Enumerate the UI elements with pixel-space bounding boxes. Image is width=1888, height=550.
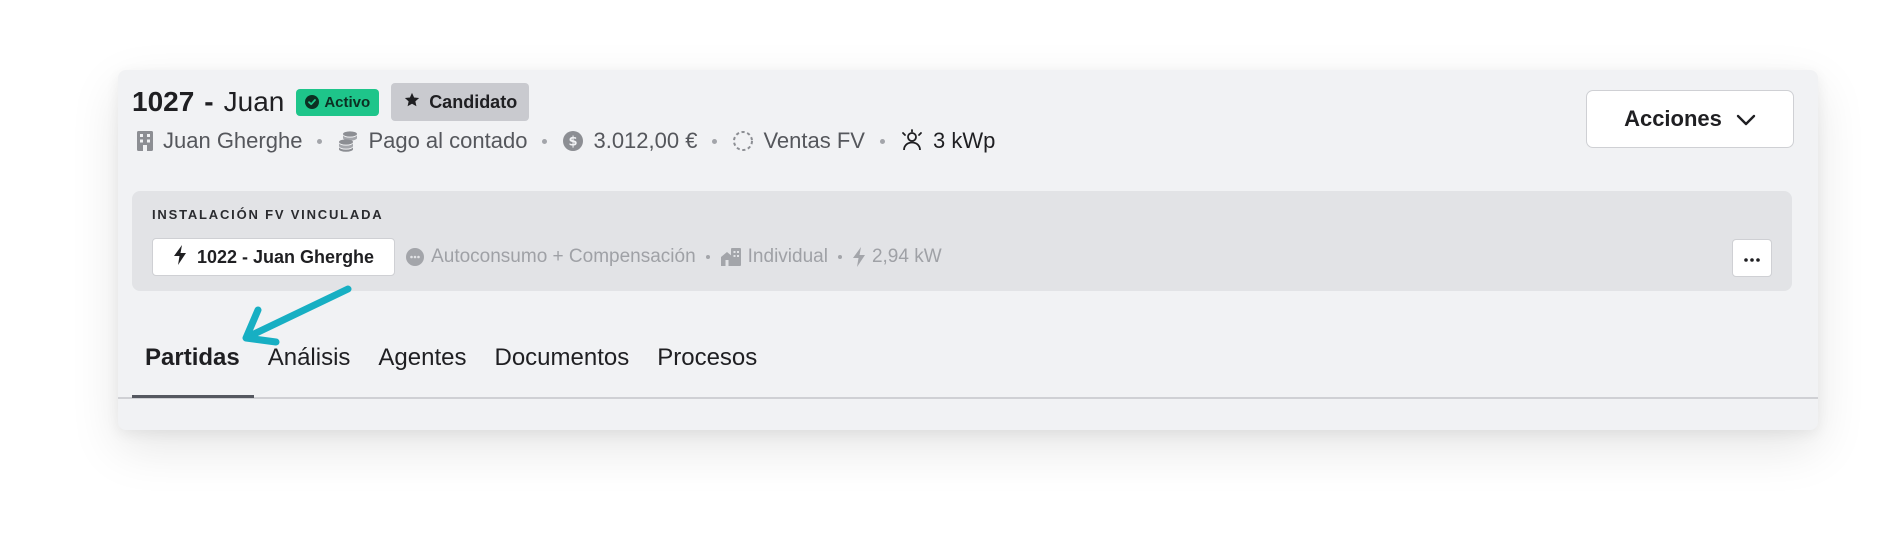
more-options-button[interactable] <box>1732 239 1772 277</box>
bolt-icon <box>173 244 187 270</box>
meta-power: 3 kWp <box>900 128 995 154</box>
pipeline-name: Ventas FV <box>763 128 865 153</box>
chat-bubble-icon <box>405 247 425 267</box>
record-id: 1027 <box>132 86 195 117</box>
tab-documentos[interactable]: Documentos <box>481 342 644 398</box>
installation-section-label: INSTALACIÓN FV VINCULADA <box>152 207 384 222</box>
house-building-icon <box>720 247 742 267</box>
more-horizontal-icon <box>1744 249 1760 267</box>
tab-analisis[interactable]: Análisis <box>254 342 365 398</box>
installation-mode: Autoconsumo + Compensación <box>405 246 696 268</box>
installation-separator <box>705 255 710 259</box>
linked-installation-panel: INSTALACIÓN FV VINCULADA 1022 - Juan Ghe… <box>132 191 1792 291</box>
installation-row: 1022 - Juan Gherghe Autoconsumo + Compen… <box>152 238 942 276</box>
actions-button-label: Acciones <box>1624 106 1722 131</box>
check-circle-icon <box>305 95 320 109</box>
star-icon <box>403 91 421 114</box>
installation-mode-label: Autoconsumo + Compensación <box>431 246 696 267</box>
dashed-circle-icon <box>732 130 754 152</box>
building-icon <box>136 130 154 152</box>
candidate-badge: Candidato <box>391 83 530 121</box>
meta-client: Juan Gherghe <box>136 128 302 154</box>
opportunity-card: 1027 - Juan Activo Candidato Juan Ghergh… <box>118 70 1818 430</box>
tab-agentes[interactable]: Agentes <box>364 342 480 398</box>
page-title: 1027 - Juan <box>132 86 284 118</box>
power-value: 3 kWp <box>932 128 996 153</box>
meta-separator <box>317 138 323 144</box>
coins-icon <box>337 130 359 152</box>
installation-type: Individual <box>720 246 828 268</box>
solar-user-icon <box>900 129 924 153</box>
candidate-badge-label: Candidato <box>429 91 518 112</box>
record-name: Juan <box>223 86 285 117</box>
tab-bar: Partidas Análisis Agentes Documentos Pro… <box>132 342 771 398</box>
amount-value: 3.012,00 € <box>593 128 698 153</box>
installation-power: 2,94 kW <box>852 246 942 268</box>
bolt-icon <box>852 247 866 267</box>
meta-pipeline: Ventas FV <box>732 128 865 154</box>
status-badge: Activo <box>296 88 380 116</box>
installation-type-label: Individual <box>747 246 828 267</box>
dollar-circle-icon: $ <box>562 130 584 152</box>
status-badge-label: Activo <box>324 93 371 111</box>
actions-button[interactable]: Acciones <box>1586 90 1794 148</box>
meta-amount: $ 3.012,00 € <box>562 128 697 154</box>
installation-link-button[interactable]: 1022 - Juan Gherghe <box>152 238 396 276</box>
meta-row: Juan Gherghe Pago al contado $ 3.012,00 … <box>136 128 995 154</box>
installation-power-label: 2,94 kW <box>871 246 942 267</box>
meta-payment: Pago al contado <box>337 128 527 154</box>
meta-separator <box>712 138 718 144</box>
tab-partidas[interactable]: Partidas <box>132 342 254 398</box>
title-separator: - <box>204 86 214 117</box>
title-row: 1027 - Juan Activo Candidato <box>132 83 530 121</box>
client-name: Juan Gherghe <box>163 128 303 153</box>
chevron-down-icon <box>1736 106 1756 132</box>
svg-text:$: $ <box>569 135 578 150</box>
payment-method: Pago al contado <box>368 128 528 153</box>
installation-separator <box>837 255 842 259</box>
meta-separator <box>542 138 548 144</box>
meta-separator <box>879 138 885 144</box>
installation-link-label: 1022 - Juan Gherghe <box>197 246 375 267</box>
tab-procesos[interactable]: Procesos <box>643 342 771 398</box>
